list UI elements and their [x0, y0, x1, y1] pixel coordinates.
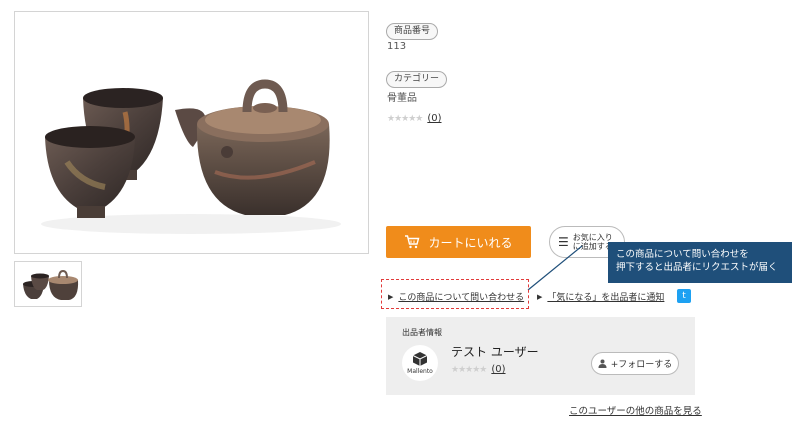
twitter-glyph: t — [682, 291, 686, 301]
seller-name[interactable]: テスト ユーザー — [451, 343, 539, 360]
seller-rating-stars: ★★★★★ — [451, 364, 487, 375]
triangle-right-icon: ▶ — [537, 292, 543, 301]
box-logo-icon — [412, 352, 428, 366]
callout-line1: この商品について問い合わせを — [616, 249, 749, 260]
notify-seller-link[interactable]: 「気になる」を出品者に通知 — [547, 290, 664, 303]
triangle-right-icon: ▶ — [388, 292, 394, 301]
callout-line2: 押下すると出品者にリクエストが届く — [616, 262, 778, 273]
follow-button[interactable]: +フォローする — [591, 352, 679, 375]
inquiry-link[interactable]: この商品について問い合わせる — [398, 290, 524, 303]
twitter-share-icon[interactable]: t — [677, 289, 691, 303]
follow-label: +フォローする — [610, 360, 673, 370]
seller-avatar[interactable]: Mallento — [402, 345, 438, 381]
person-icon — [598, 359, 607, 368]
annotation-callout: この商品について問い合わせを 押下すると出品者にリクエストが届く — [608, 242, 792, 283]
seller-rating: ★★★★★ (0) — [451, 364, 506, 375]
seller-section-label: 出品者情報 — [402, 328, 442, 337]
notify-row: ▶ 「気になる」を出品者に通知 — [537, 290, 664, 304]
seller-rating-count-link[interactable]: (0) — [491, 364, 505, 375]
other-items-link[interactable]: このユーザーの他の商品を見る — [569, 403, 702, 417]
logo-text: Mallento — [407, 368, 433, 375]
inquiry-row: ▶ この商品について問い合わせる — [388, 290, 524, 304]
